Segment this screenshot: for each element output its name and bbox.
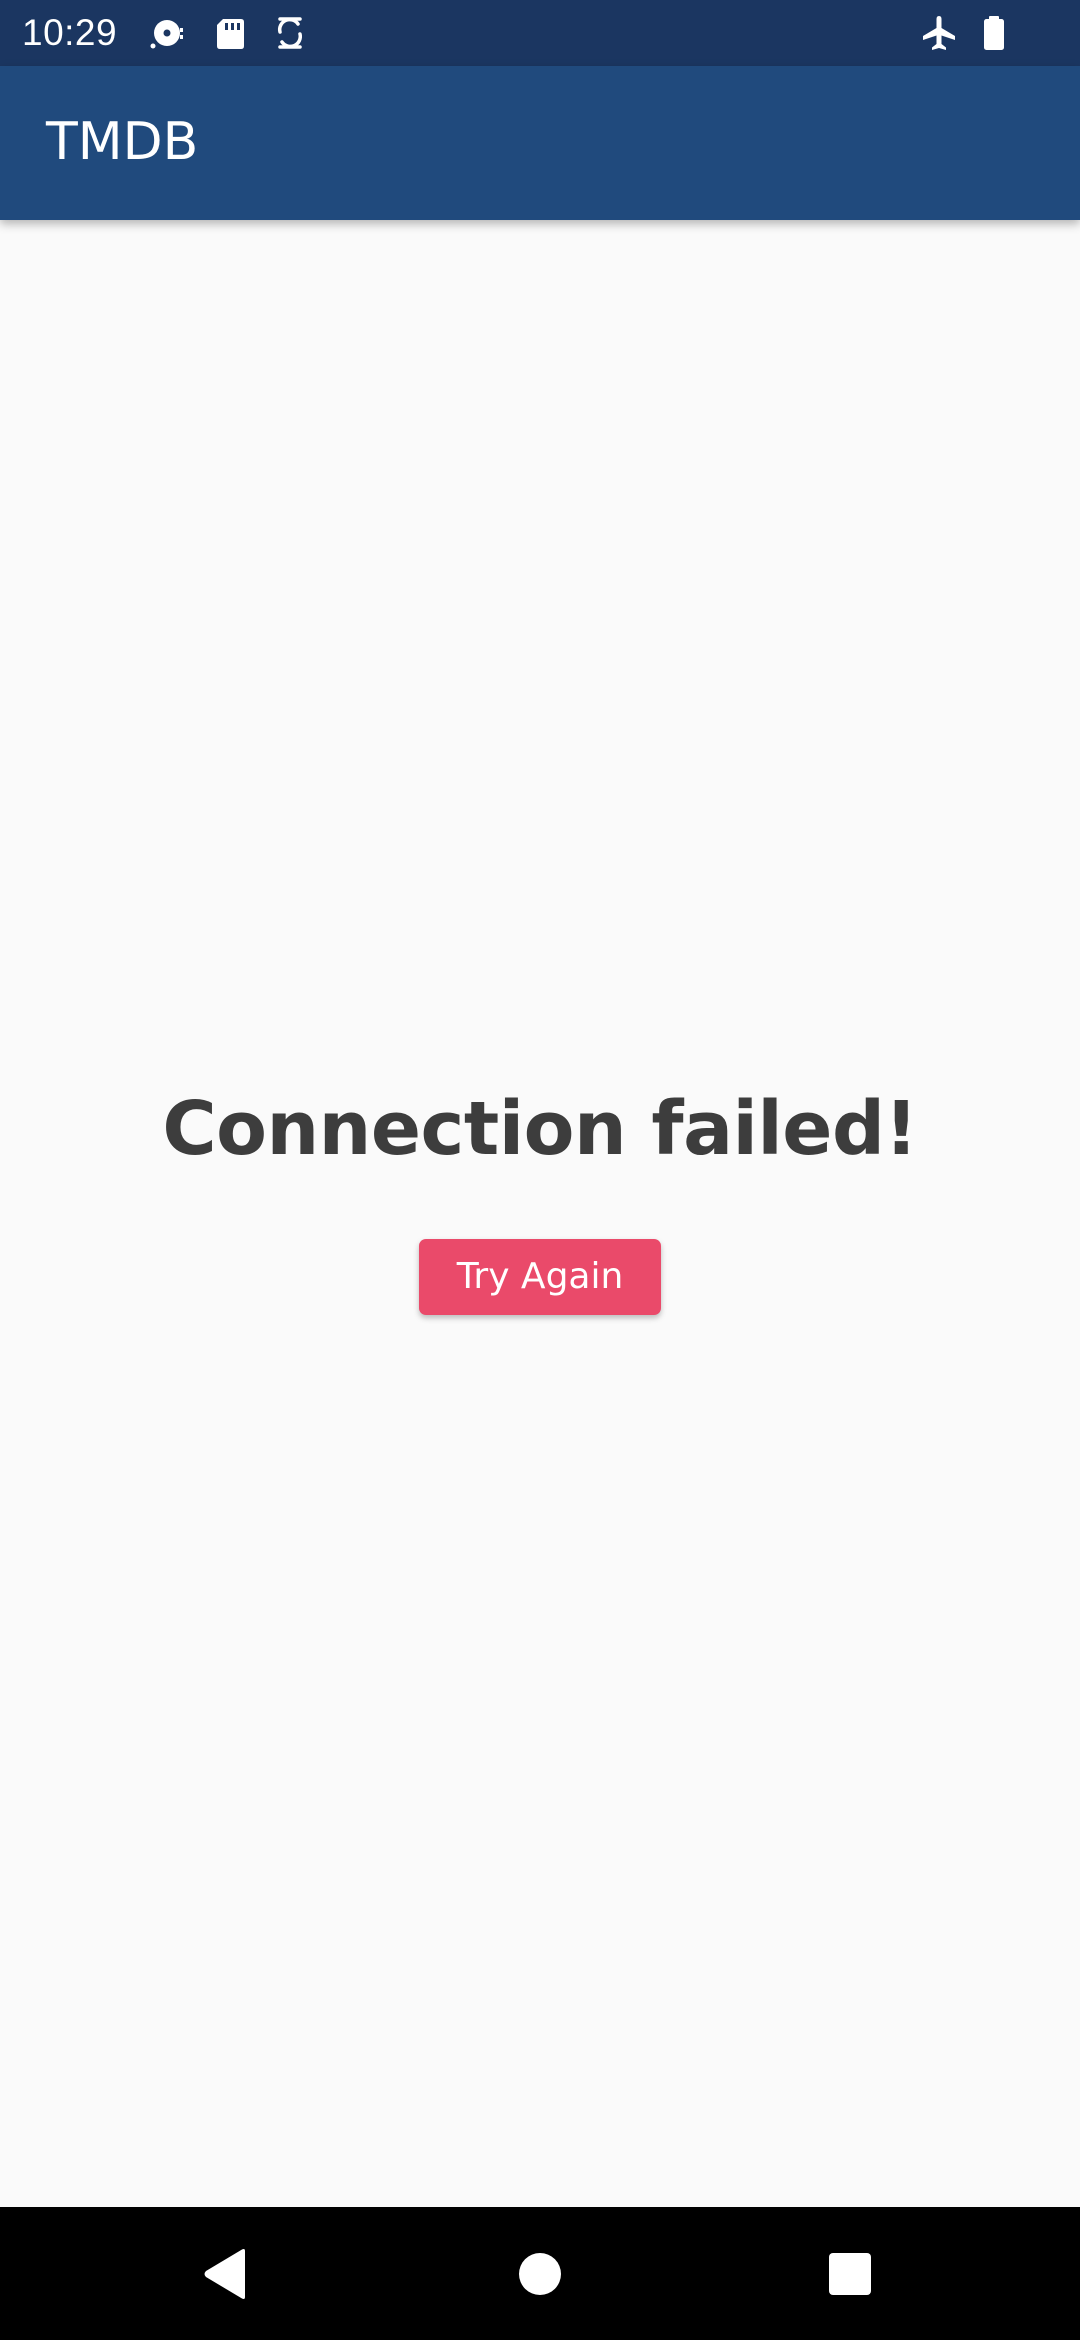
sync-icon: [270, 13, 310, 53]
app-bar: TMDB: [0, 66, 1080, 220]
status-bar: 10:29: [0, 0, 1080, 66]
try-again-button[interactable]: Try Again: [419, 1239, 661, 1315]
error-screen: Connection failed! Try Again: [0, 220, 1080, 2207]
app-title: TMDB: [46, 112, 199, 172]
error-message: Connection failed!: [162, 1086, 918, 1172]
back-icon[interactable]: [195, 2243, 257, 2305]
recents-icon[interactable]: [819, 2243, 881, 2305]
status-time: 10:29: [22, 12, 118, 53]
navigation-bar: [0, 2207, 1080, 2340]
battery-icon: [974, 13, 1014, 53]
media-disc-icon: [147, 13, 187, 53]
home-icon[interactable]: [509, 2243, 571, 2305]
sd-card-icon: [210, 13, 250, 53]
airplane-mode-icon: [919, 13, 959, 53]
